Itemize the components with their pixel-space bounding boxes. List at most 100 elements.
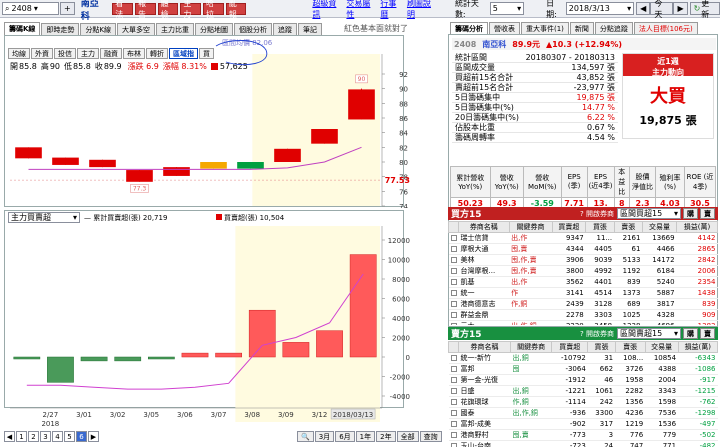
candle[interactable] [200, 162, 227, 169]
broker-bar[interactable] [282, 342, 310, 358]
tab-right-4[interactable]: 分點追蹤 [594, 22, 633, 34]
top-link-3[interactable]: 刷圖說明 [407, 0, 437, 20]
broker-bar[interactable] [215, 352, 243, 358]
row-checkbox[interactable] [450, 301, 457, 307]
table-row[interactable]: 摩根大通 囤,賣 4344 4405 61 4466 2865 [448, 243, 718, 255]
broker-bar[interactable] [147, 356, 175, 360]
row-checkbox[interactable] [450, 312, 457, 318]
quick-button-1[interactable]: 報告 [134, 0, 156, 19]
first-page-button[interactable]: ◀ [4, 431, 15, 442]
broker-bar[interactable] [248, 309, 276, 358]
row-checkbox[interactable] [450, 290, 457, 296]
range-button-2[interactable]: 1年 [355, 431, 376, 442]
row-checkbox[interactable] [450, 246, 457, 252]
quick-button-2[interactable]: 體檢 [157, 0, 179, 19]
tab-main-6[interactable]: 個股分析 [234, 23, 273, 35]
tab-main-0[interactable]: 籌碼K線 [4, 22, 41, 35]
next-stock-button[interactable]: + [60, 2, 75, 15]
tab-main-3[interactable]: 大單多空 [117, 23, 156, 35]
table-row[interactable]: 凱基 出,作 3562 4401 839 5240 2354 [448, 276, 718, 288]
next-day-button[interactable]: ▶ [673, 2, 688, 15]
page-button-2[interactable]: 2 [28, 431, 39, 442]
buy-sell-button[interactable]: 賣 [700, 208, 715, 219]
candle[interactable] [126, 170, 153, 182]
row-checkbox[interactable] [450, 323, 457, 325]
row-checkbox[interactable] [450, 421, 457, 427]
range-button-1[interactable]: 6月 [335, 431, 355, 442]
table-row[interactable]: 港商德意志 作,銅 2439 3128 689 3817 839 [448, 298, 718, 310]
table-row[interactable]: 元大出,作,銅22203458123846961383 [448, 320, 718, 325]
tab-main-8[interactable]: 筆記 [298, 23, 323, 35]
broker-bar[interactable] [80, 356, 108, 362]
page-button-1[interactable]: 1 [16, 431, 27, 442]
broker-bar[interactable] [13, 356, 41, 360]
table-row[interactable]: 群益金鼎 2278 3303 1025 4328 909 [448, 309, 718, 321]
open-broker-link[interactable]: ? 開啟券商 [580, 329, 614, 339]
table-row[interactable]: 第一金-光復 -1912 46 1958 2004 -917 [448, 374, 718, 386]
tab-right-0[interactable]: 籌碼分析 [450, 22, 488, 34]
row-checkbox[interactable] [450, 279, 457, 285]
range-button-0[interactable]: 3月 [314, 431, 335, 442]
table-row[interactable]: 統一-新竹 出,銅 -10792 31 108... 10854 -6343 [448, 352, 718, 364]
row-checkbox[interactable] [450, 388, 457, 394]
table-row[interactable]: 台灣摩根... 囤,作,賣 3800 4992 1192 6184 2006 [448, 265, 718, 277]
quick-button-0[interactable]: 看法 [112, 0, 133, 19]
buy-range-select[interactable]: 區間買超15 ▾ [617, 208, 681, 219]
candle[interactable] [237, 162, 264, 169]
row-checkbox[interactable] [450, 235, 457, 241]
stock-search-input[interactable]: ⌕ 2408 ▾ [2, 2, 60, 15]
table-row[interactable]: 港商野村 囤,賣 -773 3 776 779 -502 [448, 429, 718, 441]
table-row[interactable]: 花旗環球 作,銅 -1114 242 1356 1598 -762 [448, 396, 718, 408]
row-checkbox[interactable] [450, 410, 457, 416]
broker-bar[interactable] [316, 330, 343, 358]
buy-chart-button[interactable]: 購 [683, 208, 698, 219]
candle[interactable] [311, 129, 338, 144]
top-link-1[interactable]: 交易屬性 [346, 0, 376, 20]
tab-right-2[interactable]: 重大事件(1) [521, 22, 569, 34]
quick-button-4[interactable]: 哈拉 [203, 0, 224, 19]
candle[interactable] [348, 89, 375, 120]
row-checkbox[interactable] [450, 268, 457, 274]
row-checkbox[interactable] [450, 432, 457, 438]
row-checkbox[interactable] [450, 366, 457, 372]
sell-range-select[interactable]: 區間賣超15 ▾ [617, 328, 681, 339]
broker-bar[interactable] [114, 356, 142, 362]
tab-right-5[interactable]: 法人目標(106元) [633, 22, 698, 34]
broker-bar[interactable] [349, 254, 377, 358]
table-row[interactable]: 玉山-台南 -723 24 747 771 -482 [448, 440, 718, 447]
zoom-out-button[interactable]: 🔍 [297, 431, 314, 442]
page-button-5[interactable]: 5 [64, 431, 75, 442]
candle[interactable] [52, 157, 79, 165]
range-button-4[interactable]: 全部 [396, 431, 419, 442]
table-row[interactable]: 國泰 出,作,銅 -936 3300 4236 7536 -1298 [448, 407, 718, 419]
row-checkbox[interactable] [450, 399, 457, 405]
tab-main-2[interactable]: 分點K線 [80, 23, 117, 35]
candle[interactable] [15, 147, 42, 159]
row-checkbox[interactable] [450, 355, 457, 361]
row-checkbox[interactable] [450, 377, 457, 383]
quick-button-3[interactable]: 主力 [180, 0, 202, 19]
page-button-3[interactable]: 3 [40, 431, 51, 442]
refresh-button[interactable]: ↻ 更新 [689, 0, 720, 19]
candle[interactable] [89, 159, 116, 168]
table-row[interactable]: 日盛 出,銅 -1221 1061 2282 3343 -1215 [448, 385, 718, 397]
candle[interactable] [274, 148, 301, 162]
table-row[interactable]: 統一作 3141 4514 1373 5887 1438 [448, 287, 718, 299]
days-select[interactable]: 5 ▾ [489, 2, 525, 15]
quick-button-5[interactable]: 亂報 [225, 0, 247, 19]
broker-bar[interactable] [181, 352, 209, 358]
sell-chart-button[interactable]: 購 [683, 328, 698, 339]
tab-main-7[interactable]: 追蹤 [273, 23, 298, 35]
next-page-button[interactable]: ▶ [88, 431, 99, 442]
range-button-5[interactable]: 查詢 [419, 431, 442, 442]
row-checkbox[interactable] [450, 257, 457, 263]
tab-main-4[interactable]: 主力比重 [156, 23, 195, 35]
sell-sell-button[interactable]: 賣 [700, 328, 715, 339]
tab-right-3[interactable]: 新聞 [569, 22, 594, 34]
candle[interactable] [163, 167, 190, 176]
row-checkbox[interactable] [450, 443, 457, 447]
tab-main-5[interactable]: 分點地圖 [195, 23, 234, 35]
range-button-3[interactable]: 2年 [376, 431, 396, 442]
table-row[interactable]: 美林 囤,作,賣 3906 9039 5133 14172 2842 [448, 254, 718, 266]
table-row[interactable]: 富邦囤 -3064 662 3726 4388 -1086 [448, 363, 718, 375]
